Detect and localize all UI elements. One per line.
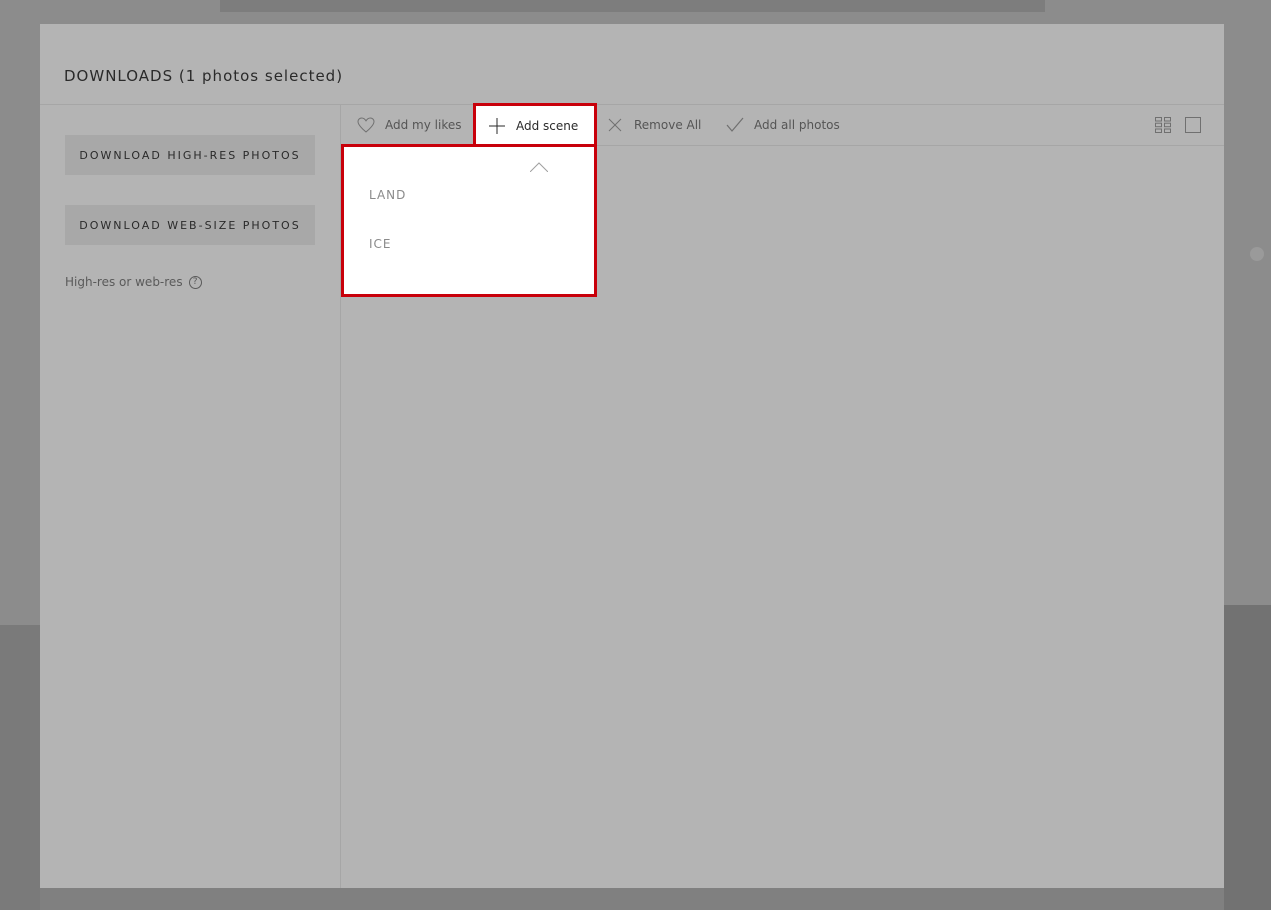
heart-icon: [357, 116, 375, 134]
plus-icon: [488, 117, 506, 135]
background-dot: [1250, 247, 1264, 261]
scene-option-land[interactable]: LAND: [369, 188, 406, 202]
square-icon: [1185, 117, 1201, 133]
single-view-toggle[interactable]: [1185, 117, 1201, 133]
scene-dropdown: LAND ICE: [343, 146, 595, 296]
grid-icon: [1155, 117, 1171, 133]
download-websize-button[interactable]: DOWNLOAD WEB-SIZE PHOTOS: [65, 205, 315, 245]
download-sidebar: DOWNLOAD HIGH-RES PHOTOS DOWNLOAD WEB-SI…: [40, 105, 341, 888]
remove-all-label: Remove All: [634, 118, 702, 132]
selection-toolbar: Add my likes Add scene Remove All Add al…: [341, 105, 1224, 146]
grid-view-toggle[interactable]: [1155, 117, 1171, 133]
close-icon: [606, 116, 624, 134]
modal-title: DOWNLOADS (1 photos selected): [64, 67, 344, 85]
check-icon: [726, 116, 744, 134]
modal-header: DOWNLOADS (1 photos selected): [40, 24, 1224, 105]
add-scene-label: Add scene: [516, 118, 579, 133]
background-header-strip: [220, 0, 1045, 12]
scene-option-ice[interactable]: ICE: [369, 237, 392, 251]
background-photo-left: [0, 625, 40, 910]
background-photo-right: [1224, 605, 1271, 910]
download-highres-button[interactable]: DOWNLOAD HIGH-RES PHOTOS: [65, 135, 315, 175]
downloads-modal: DOWNLOADS (1 photos selected) DOWNLOAD H…: [40, 24, 1224, 888]
add-my-likes-label: Add my likes: [385, 118, 462, 132]
remove-all-button[interactable]: Remove All: [606, 105, 701, 145]
resolution-help-label: High-res or web-res: [65, 275, 183, 289]
background-photo-strip: [40, 888, 1224, 910]
resolution-help[interactable]: High-res or web-res ?: [65, 275, 202, 289]
add-scene-button[interactable]: Add scene: [474, 105, 596, 146]
add-all-photos-label: Add all photos: [754, 118, 840, 132]
add-all-photos-button[interactable]: Add all photos: [726, 105, 840, 145]
help-icon[interactable]: ?: [188, 275, 202, 289]
add-my-likes-button[interactable]: Add my likes: [357, 105, 461, 145]
